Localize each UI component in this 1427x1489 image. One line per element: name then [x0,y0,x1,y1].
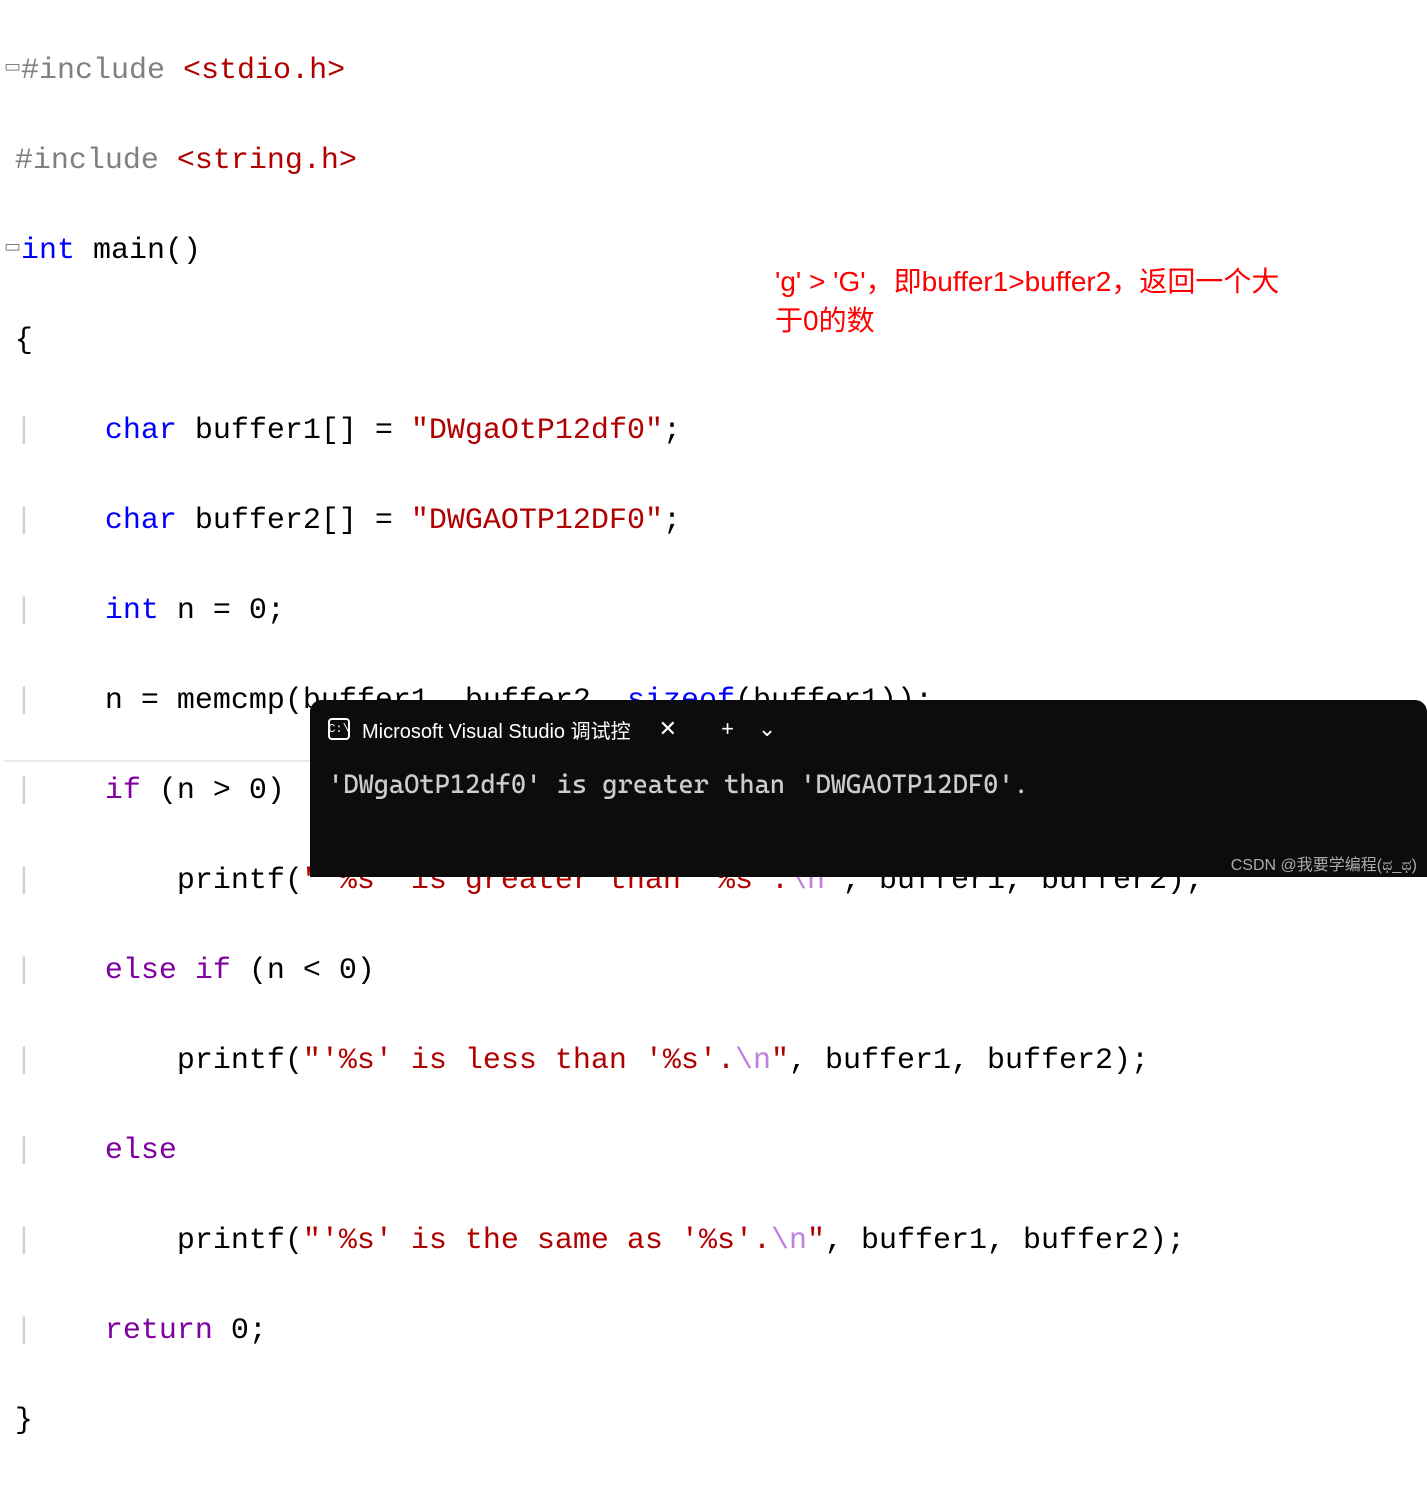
code-line: | int n = 0; [4,589,1203,634]
terminal-window: C:\ Microsoft Visual Studio 调试控 ✕ + ⌄ 'D… [310,700,1427,877]
tab-actions: + ⌄ [697,716,776,742]
code-line: #include <string.h> [4,139,1203,184]
code-line: | printf("'%s' is less than '%s'.\n", bu… [4,1039,1203,1084]
code-line: ▭#include <stdio.h> [4,49,1203,94]
terminal-titlebar: C:\ Microsoft Visual Studio 调试控 ✕ + ⌄ [310,700,1427,758]
new-tab-button[interactable]: + [721,716,734,742]
code-line: | printf("'%s' is the same as '%s'.\n", … [4,1219,1203,1264]
code-line: | else [4,1129,1203,1174]
code-line: | char buffer1[] = "DWgaOtP12df0"; [4,409,1203,454]
watermark: CSDN @我要学编程(ಥ_ಥ) [1231,851,1417,875]
tab-title: Microsoft Visual Studio 调试控 [362,715,631,744]
terminal-icon: C:\ [328,718,350,740]
code-line: } [4,1399,1203,1444]
annotation-text: 'g' > 'G'，即buffer1>buffer2，返回一个大 于0的数 [775,262,1279,340]
terminal-tab[interactable]: C:\ Microsoft Visual Studio 调试控 ✕ [310,700,697,758]
code-line: | return 0; [4,1309,1203,1354]
code-line: | char buffer2[] = "DWGAOTP12DF0"; [4,499,1203,544]
editor-divider [4,760,310,762]
tab-dropdown-button[interactable]: ⌄ [758,716,776,742]
code-line: | else if (n < 0) [4,949,1203,994]
tab-close-button[interactable]: ✕ [651,712,685,746]
